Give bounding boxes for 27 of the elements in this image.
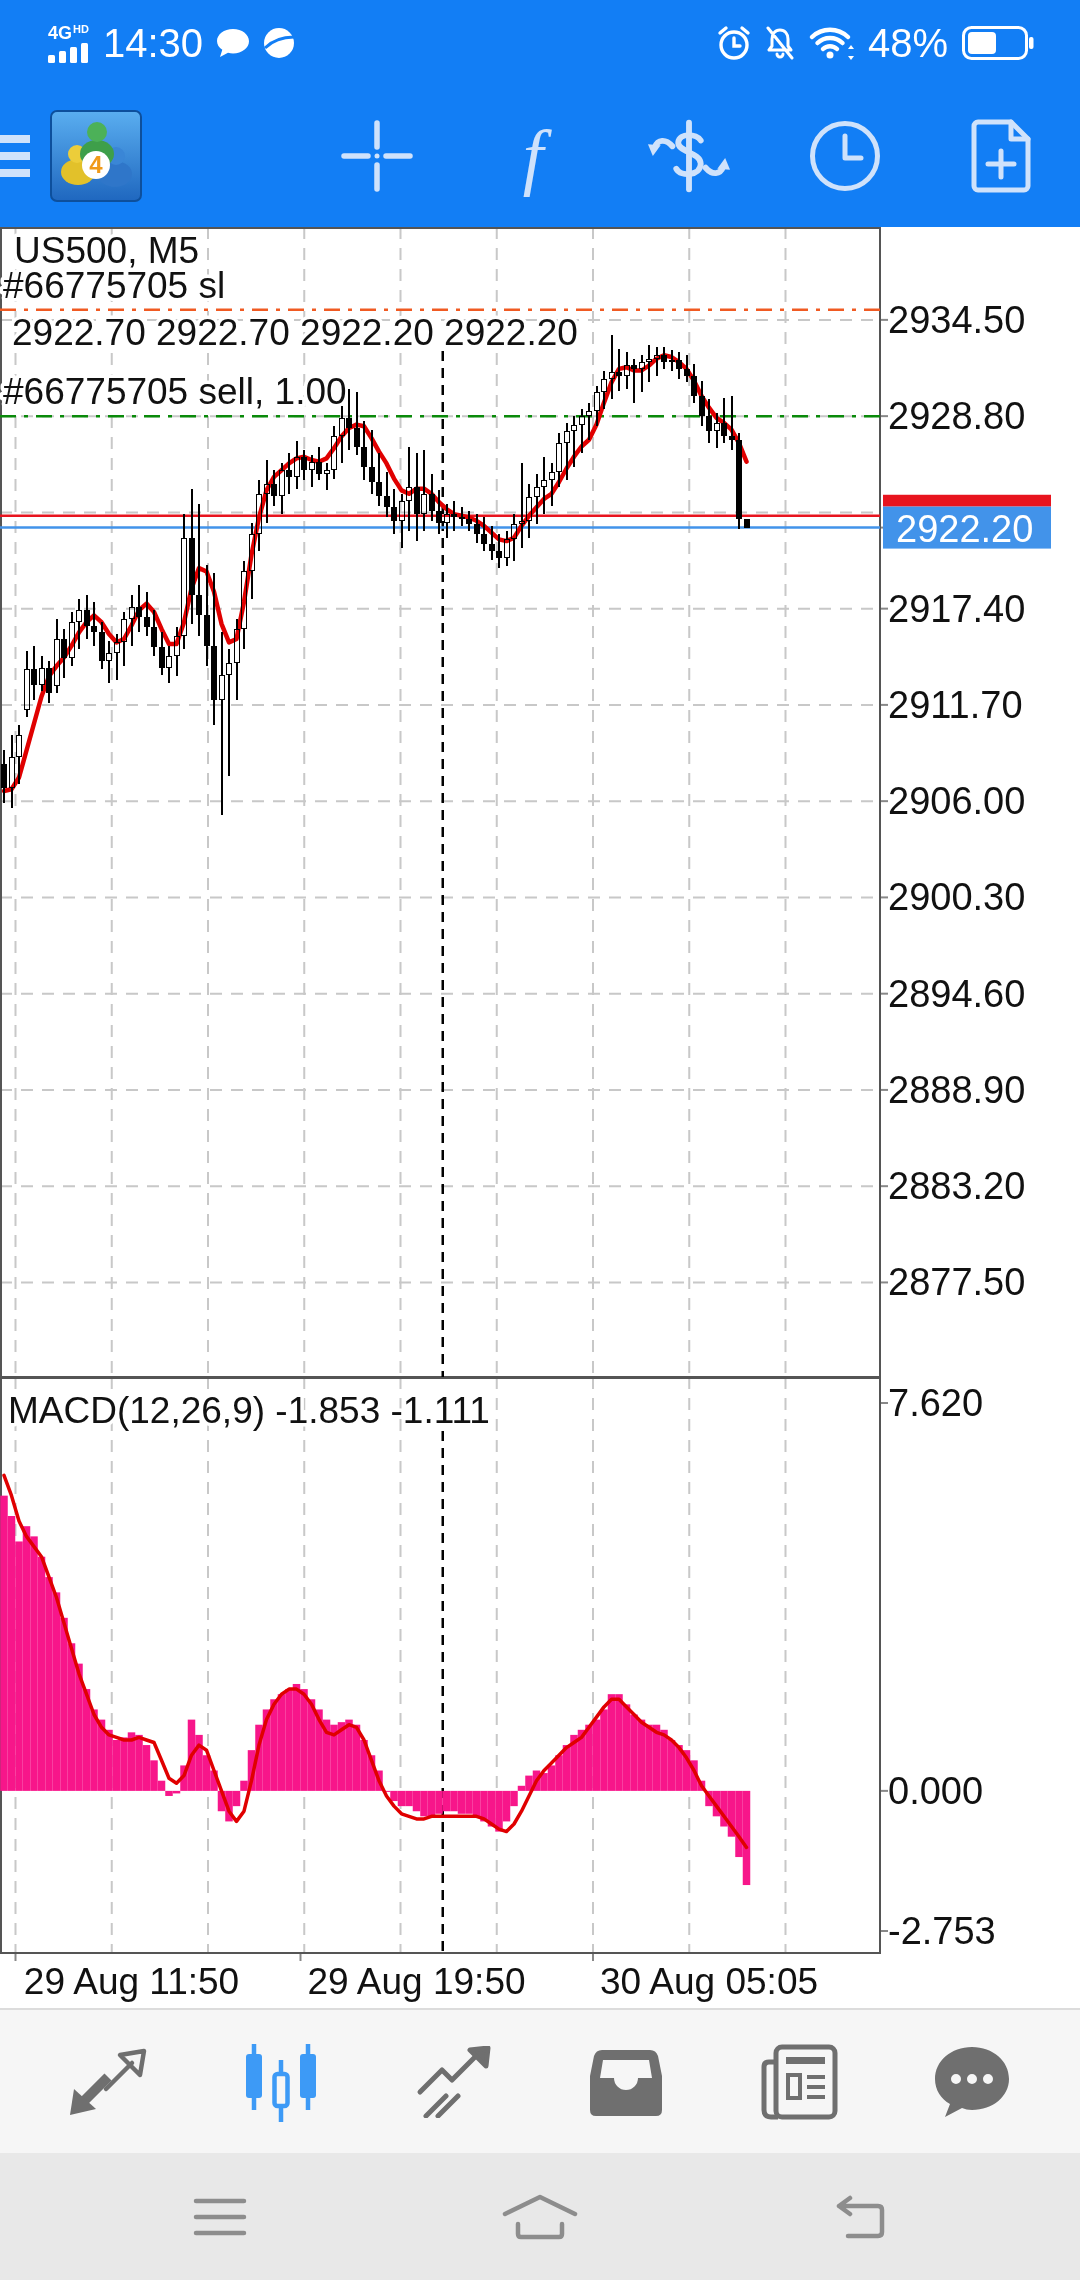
y-tick-label: 2922.20 — [896, 507, 1034, 550]
time-axis-label: 30 Aug 05:05 — [599, 1961, 819, 2002]
price-axis-label: 2928.80 — [888, 395, 1026, 438]
price-axis-label: 2877.50 — [888, 1261, 1026, 1304]
price-axis-label: 2900.30 — [888, 876, 1026, 919]
price-axis-label: 2911.70 — [888, 683, 1023, 726]
app-logo: 4 — [50, 109, 142, 202]
price-axis-label: 2917.40 — [888, 587, 1026, 630]
status-time: 14:30 — [103, 20, 204, 66]
macd-axis-label: 7.620 — [888, 1382, 984, 1424]
order-level-label: #66775705 sell, 1.00 — [3, 371, 347, 413]
time-axis-label: 29 Aug 19:50 — [307, 1961, 526, 2002]
price-axis-label: 2888.90 — [888, 1068, 1026, 1111]
macd-axis-label: 0.000 — [888, 1769, 984, 1812]
hd-label: HD — [73, 23, 89, 35]
price-axis-label: 2906.00 — [888, 780, 1026, 823]
price-axis-label: 2883.20 — [888, 1165, 1026, 1208]
network-type-label: 4G — [48, 23, 72, 42]
price-axis-label: 2894.60 — [888, 972, 1026, 1015]
macd-axis-label: -2.753 — [888, 1910, 996, 1952]
time-axis-label: 29 Aug 11:50 — [23, 1961, 240, 2002]
battery-percentage: 48% — [867, 20, 948, 66]
price-tag: 2922.20 — [883, 506, 1051, 550]
price-axis-label: 2934.50 — [888, 298, 1026, 341]
chart-title: US500, M5 — [14, 230, 200, 271]
ohlc-values: 2922.70 2922.70 2922.20 2922.20 — [12, 312, 578, 353]
macd-title: MACD(12,26,9) -1.853 -1.111 — [8, 1390, 490, 1431]
